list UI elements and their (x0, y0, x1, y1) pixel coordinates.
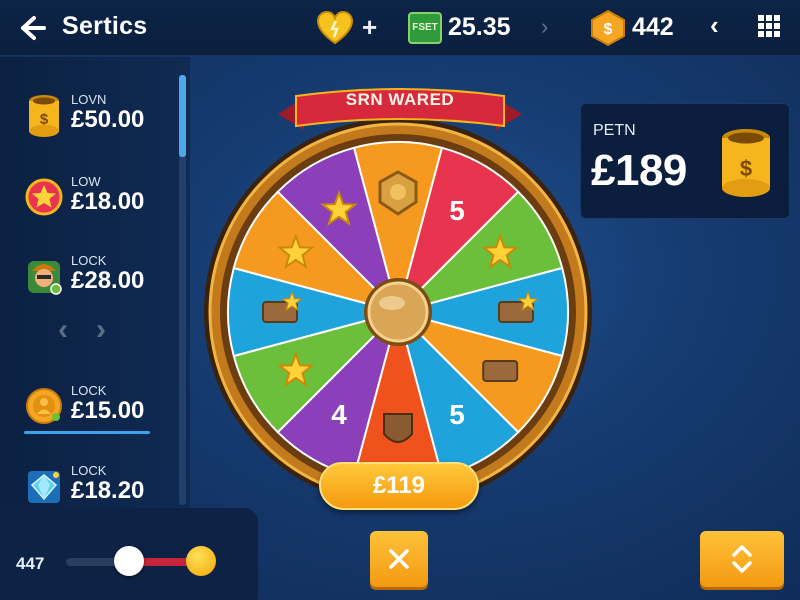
coin-balance: 442 (632, 13, 674, 41)
scrollbar-thumb[interactable] (179, 75, 186, 157)
prize-amount: £18.20 (71, 477, 145, 504)
list-item[interactable]: LOCK £28.00 (24, 247, 174, 307)
prize-amount: £18.00 (71, 188, 145, 215)
wheel-prize-pill[interactable]: £119 (319, 462, 479, 510)
cash-icon: FSET (408, 12, 442, 44)
selection-indicator (24, 431, 150, 434)
scrollbar[interactable] (179, 75, 186, 505)
reward-card: PETN £189 $ (580, 103, 790, 219)
prize-label: LOCK (71, 383, 107, 398)
prize-amount: £50.00 (71, 106, 145, 133)
slider-max-handle[interactable] (186, 546, 216, 576)
list-item[interactable]: $ LOVN £50.00 (24, 86, 174, 146)
badge-icon-center (390, 184, 406, 200)
close-button[interactable] (370, 531, 428, 587)
prize-label: LOCK (71, 463, 107, 478)
wheel-hub (367, 281, 429, 343)
wheel-banner-text: SRN WARED (345, 90, 455, 109)
shield-icon (383, 413, 413, 443)
reward-label: PETN (593, 122, 636, 139)
add-lives-button[interactable]: + (362, 12, 377, 43)
prize-label: LOVN (71, 92, 107, 107)
character-icon (24, 253, 64, 299)
svg-text:$: $ (740, 156, 752, 181)
swap-arrows-icon (732, 545, 752, 573)
prize-amount: £28.00 (71, 267, 145, 294)
wheel-graphic: 5 5 4 (204, 118, 592, 506)
star-badge-icon (24, 174, 64, 220)
prize-label: LOW (71, 174, 101, 189)
grid-menu-icon[interactable] (758, 15, 780, 37)
swap-button[interactable] (700, 531, 784, 587)
prize-list-panel: $ LOVN £50.00 LOW £18.00 LOCK £28.00 ‹ ›… (0, 57, 190, 512)
ticket-icon (482, 360, 519, 382)
gold-pot-icon: $ (717, 126, 775, 200)
gold-coin-icon (24, 383, 64, 429)
svg-text:$: $ (40, 111, 49, 128)
back-arrow-icon[interactable] (14, 12, 48, 44)
prize-label: LOCK (71, 253, 107, 268)
diamond-icon (24, 463, 64, 509)
wheel-segment-number: 5 (449, 195, 465, 226)
wheel-segment-number: 5 (449, 399, 465, 430)
chevron-right-icon[interactable]: › (96, 313, 106, 347)
list-item[interactable]: LOW £18.00 (24, 168, 174, 228)
bet-slider-panel: 447 (0, 508, 258, 600)
chevron-left-icon[interactable]: ‹ (58, 313, 68, 347)
chevron-left-icon[interactable]: ‹ (710, 10, 719, 41)
close-icon (389, 549, 409, 569)
slider-handle[interactable] (114, 546, 144, 576)
top-bar: Sertics + FSET 25.35 › $ 442 ‹ (0, 0, 800, 56)
svg-text:$: $ (604, 21, 613, 38)
wheel-hub-highlight (379, 296, 405, 310)
coin-icon: $ (590, 9, 626, 47)
gold-pot-icon: $ (24, 92, 64, 138)
cash-icon-text: FSET (412, 22, 438, 33)
prize-wheel[interactable]: 5 5 4 (198, 112, 598, 512)
wheel-segment-number: 4 (331, 399, 347, 430)
reward-amount: £189 (591, 146, 687, 195)
chevron-right-icon[interactable]: › (541, 14, 548, 40)
list-item[interactable]: LOCK £15.00 (24, 377, 174, 437)
prize-amount: £15.00 (71, 397, 145, 424)
page-title: Sertics (62, 12, 148, 40)
slider-value: 447 (16, 554, 45, 573)
heart-icon[interactable] (316, 10, 354, 46)
cash-balance: 25.35 (448, 13, 511, 41)
